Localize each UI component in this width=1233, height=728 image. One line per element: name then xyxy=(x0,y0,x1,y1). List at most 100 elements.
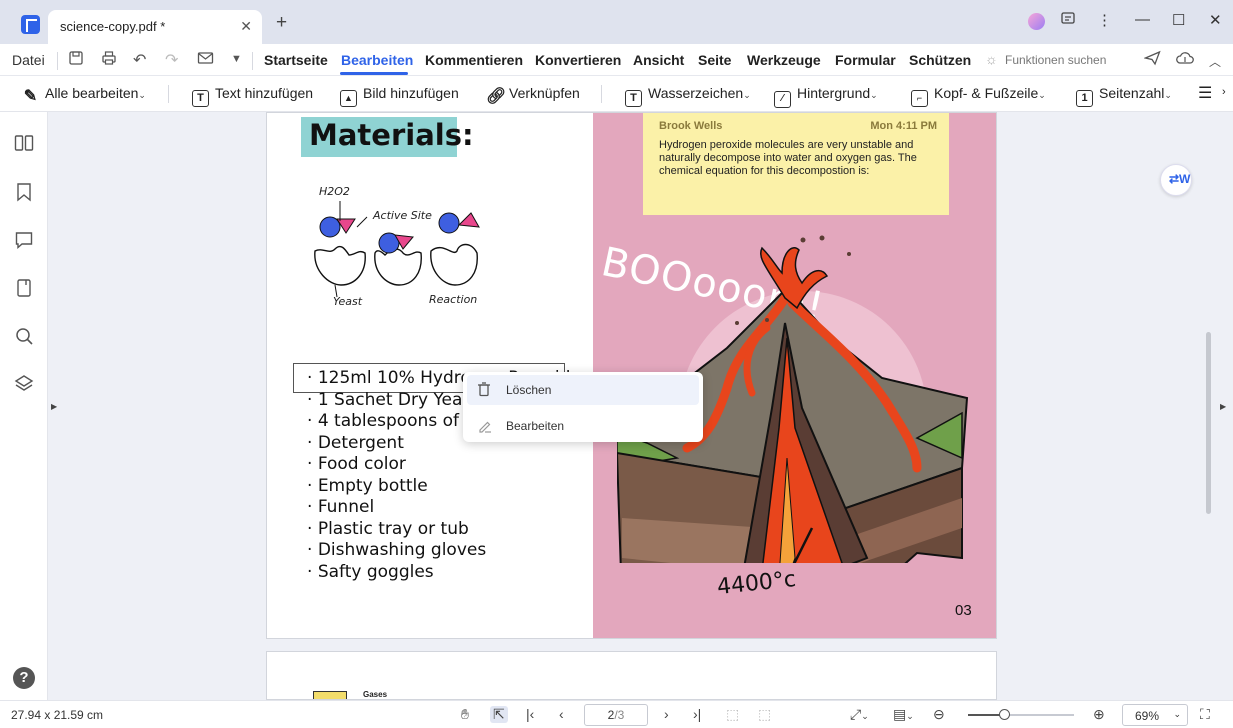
document-tab[interactable]: science-copy.pdf * ✕ xyxy=(48,10,262,44)
sketch-label-active-site: Active Site xyxy=(373,209,432,222)
edit-all-button[interactable]: ✎ Alle bearbeiten⌄ xyxy=(22,85,146,106)
menu-kommentieren[interactable]: Kommentieren xyxy=(425,52,523,68)
hand-tool-icon[interactable]: ✋︎ xyxy=(461,706,469,723)
add-text-label: Text hinzufügen xyxy=(215,85,314,101)
sketch-label-h2o2: H2O2 xyxy=(319,185,350,198)
toolbar-scroll-right-icon[interactable]: › xyxy=(1222,86,1226,98)
list-item[interactable]: Safty goggles xyxy=(307,562,434,582)
menu-formular[interactable]: Formular xyxy=(835,52,896,68)
feature-search[interactable]: Funktionen suchen xyxy=(1005,53,1106,67)
mail-icon[interactable] xyxy=(197,50,214,71)
more-icon[interactable]: ⋮ xyxy=(1097,11,1112,29)
note-author: Brook Wells xyxy=(659,120,723,132)
add-image-label: Bild hinzufügen xyxy=(363,85,459,101)
next-page-icon[interactable]: › xyxy=(664,706,669,722)
watermark-label: Wasserzeichen xyxy=(648,85,744,101)
background-icon: ⁄ xyxy=(774,91,791,108)
minimize-button[interactable]: — xyxy=(1135,11,1150,28)
menu-seite[interactable]: Seite xyxy=(698,52,731,68)
undo-icon[interactable]: ↶ xyxy=(133,50,146,70)
link-button[interactable]: 🔗︎ Verknüpfen xyxy=(486,85,580,106)
page2-swatch xyxy=(313,691,347,699)
expand-panel-right-icon[interactable]: ▶ xyxy=(1220,402,1226,411)
header-footer-button[interactable]: ⌐ Kopf- & Fußzeile⌄ xyxy=(911,85,1046,107)
feedback-icon[interactable] xyxy=(1060,11,1076,31)
maximize-button[interactable]: ☐ xyxy=(1172,11,1185,29)
divider xyxy=(601,85,602,103)
pdf-page-next: Gases xyxy=(266,651,997,700)
chevron-down-icon: ⌄ xyxy=(1164,90,1172,100)
list-item[interactable]: Dishwashing gloves xyxy=(307,540,486,560)
list-item[interactable]: Detergent xyxy=(307,433,404,453)
list-item[interactable]: Funnel xyxy=(307,497,374,517)
menu-ansicht[interactable]: Ansicht xyxy=(633,52,684,68)
page-number-button[interactable]: 1 Seitenzahl⌄ xyxy=(1076,85,1172,107)
help-icon[interactable]: ? xyxy=(13,667,35,689)
print-icon[interactable] xyxy=(101,50,117,71)
search-icon[interactable] xyxy=(14,326,34,346)
zoom-slider-thumb[interactable] xyxy=(999,709,1011,720)
select-tool-icon[interactable]: ⇱ xyxy=(490,706,508,723)
background-button[interactable]: ⁄ Hintergrund⌄ xyxy=(774,85,878,108)
zoom-value: 69% xyxy=(1135,709,1160,723)
expand-panel-left-icon[interactable]: ▶ xyxy=(51,402,57,411)
close-tab-icon[interactable]: ✕ xyxy=(240,18,252,35)
context-delete-label: Löschen xyxy=(506,383,552,397)
last-page-icon[interactable]: ›| xyxy=(693,706,701,722)
page-layout-icon[interactable]: ▤⌄ xyxy=(893,706,914,723)
context-edit-item[interactable]: Bearbeiten xyxy=(467,411,699,441)
menu-bearbeiten[interactable]: Bearbeiten xyxy=(341,52,413,68)
sticky-note[interactable]: Brook Wells Mon 4:11 PM Hydrogen peroxid… xyxy=(643,113,949,215)
layers-icon[interactable] xyxy=(14,374,34,394)
zoom-slider[interactable] xyxy=(968,709,1074,720)
list-item[interactable]: 1 Sachet Dry Yeast xyxy=(307,390,478,410)
menu-bar: Datei ↶ ↷ ▼ Startseite Bearbeiten Kommen… xyxy=(0,44,1233,76)
cloud-upload-icon[interactable] xyxy=(1176,50,1194,71)
list-item[interactable]: 4 tablespoons of w xyxy=(307,411,478,431)
watermark-button[interactable]: T Wasserzeichen⌄ xyxy=(625,85,751,107)
save-icon[interactable] xyxy=(68,50,84,71)
divider xyxy=(168,85,169,103)
comment-icon[interactable] xyxy=(14,230,34,250)
redo-icon[interactable]: ↷ xyxy=(165,50,178,70)
total-pages: /3 xyxy=(614,708,625,722)
list-item[interactable]: Empty bottle xyxy=(307,476,428,496)
menu-file[interactable]: Datei xyxy=(12,52,45,68)
previous-page-icon[interactable]: ‹ xyxy=(559,706,564,722)
send-icon[interactable] xyxy=(1143,50,1161,71)
zoom-in-icon[interactable]: ⊕ xyxy=(1093,706,1105,723)
list-item[interactable]: Food color xyxy=(307,454,406,474)
add-image-button[interactable]: ▲ Bild hinzufügen xyxy=(340,85,459,107)
menu-werkzeuge[interactable]: Werkzeuge xyxy=(747,52,821,68)
close-window-button[interactable]: ✕ xyxy=(1209,11,1222,29)
bookmark-icon[interactable] xyxy=(14,182,34,202)
context-delete-item[interactable]: Löschen xyxy=(467,375,699,405)
link-icon: 🔗︎ xyxy=(486,88,507,105)
sketch-label-yeast: Yeast xyxy=(333,295,363,308)
translate-button[interactable]: ⇄W xyxy=(1160,164,1192,196)
collapse-ribbon-icon[interactable]: ︿ xyxy=(1209,53,1221,70)
page2-label: Gases xyxy=(363,690,388,699)
page-input[interactable]: 2/3 xyxy=(584,704,648,726)
new-tab-button[interactable]: + xyxy=(276,13,287,32)
menu-schuetzen[interactable]: Schützen xyxy=(909,52,971,68)
thumbnails-icon[interactable] xyxy=(14,134,34,154)
toolbar-overflow-icon[interactable]: ☰ xyxy=(1198,83,1212,103)
menu-konvertieren[interactable]: Konvertieren xyxy=(535,52,621,68)
list-item[interactable]: Plastic tray or tub xyxy=(307,519,469,539)
divider xyxy=(57,52,58,70)
quick-access-dropdown-icon[interactable]: ▼ xyxy=(231,53,242,65)
menu-startseite[interactable]: Startseite xyxy=(264,52,328,68)
rotate-left-icon[interactable]: ⬚ xyxy=(726,706,739,723)
avatar[interactable] xyxy=(1028,13,1045,30)
app-logo-icon xyxy=(21,15,40,34)
zoom-select[interactable]: 69% ⌄ xyxy=(1122,704,1188,726)
first-page-icon[interactable]: |‹ xyxy=(526,706,534,722)
attachment-icon[interactable] xyxy=(14,278,34,298)
fullscreen-icon[interactable]: ⛶ xyxy=(1200,706,1210,723)
vertical-scrollbar[interactable] xyxy=(1206,332,1211,514)
fit-page-icon[interactable]: ⤢⌄ xyxy=(850,706,869,723)
zoom-out-icon[interactable]: ⊖ xyxy=(933,706,945,723)
rotate-right-icon[interactable]: ⬚ xyxy=(758,706,771,723)
add-text-button[interactable]: T Text hinzufügen xyxy=(192,85,313,107)
